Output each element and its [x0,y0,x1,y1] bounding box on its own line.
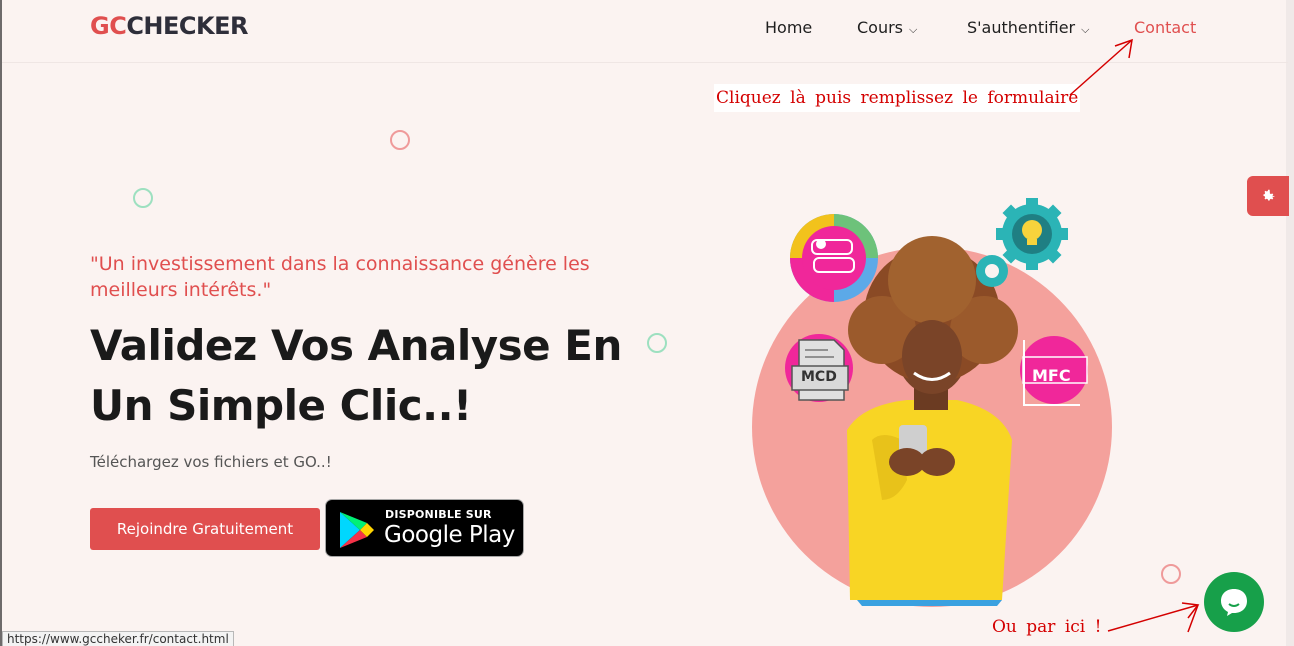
mcd-label: MCD [801,369,837,385]
woman-figure [847,400,1012,600]
hero-illustration [752,198,1112,607]
status-bar-url: https://www.gccheker.fr/contact.html [2,631,234,646]
mfc-label: MFC [1032,366,1071,385]
process-icon [790,214,878,302]
chat-bubble-icon [1221,589,1247,616]
mcd-badge [785,334,853,402]
chat-button[interactable] [1204,572,1264,632]
gear-icon [996,198,1068,270]
gear-icon [976,255,1008,287]
